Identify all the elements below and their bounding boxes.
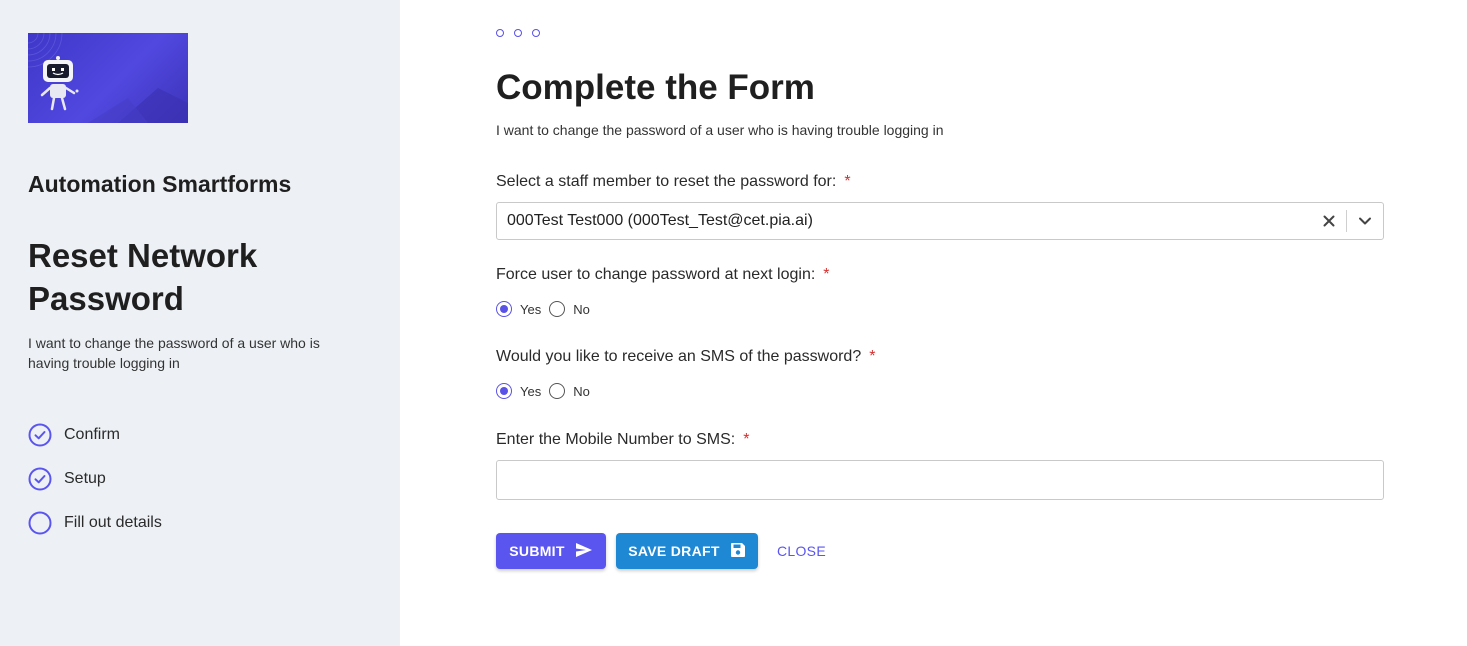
radio-label: Yes: [520, 383, 542, 399]
robot-logo: [28, 33, 188, 123]
radio-label: No: [573, 301, 590, 317]
clear-icon[interactable]: [1312, 203, 1346, 239]
step-fill-out-details: Fill out details: [28, 511, 372, 535]
check-circle-icon: [28, 423, 52, 447]
required-marker: *: [844, 173, 851, 190]
required-marker: *: [743, 431, 750, 448]
force-change-no-radio[interactable]: [549, 301, 566, 317]
force-change-label-text: Force user to change password at next lo…: [496, 266, 816, 283]
close-button[interactable]: CLOSE: [768, 533, 835, 569]
save-draft-button[interactable]: SAVE DRAFT: [616, 533, 758, 569]
submit-label: SUBMIT: [509, 543, 565, 559]
steps-list: Confirm Setup Fill out details: [28, 423, 372, 535]
step-label: Setup: [64, 470, 106, 487]
required-marker: *: [823, 266, 830, 283]
form-name: Reset Network Password: [28, 237, 258, 317]
radio-label: No: [573, 383, 590, 399]
force-change-yes-radio[interactable]: [496, 301, 512, 317]
form-description: I want to change the password of a user …: [28, 335, 320, 371]
mobile-number-input[interactable]: [496, 460, 1384, 500]
force-change-radio-group: Yes No: [496, 301, 598, 317]
sms-yes-radio[interactable]: [496, 383, 512, 399]
sms-label-text: Would you like to receive an SMS of the …: [496, 348, 862, 365]
mobile-field-label: Enter the Mobile Number to SMS: *: [496, 431, 749, 449]
send-icon: [575, 542, 593, 561]
empty-circle-icon: [28, 511, 52, 535]
loading-dots-icon: [496, 29, 540, 37]
floppy-disk-icon: [730, 542, 746, 561]
sms-radio-group: Yes No: [496, 383, 598, 399]
chevron-down-icon[interactable]: [1347, 203, 1383, 239]
app-name: Automation Smartforms: [28, 171, 292, 197]
sms-field-label: Would you like to receive an SMS of the …: [496, 348, 875, 366]
page-subtitle: I want to change the password of a user …: [496, 122, 944, 138]
step-confirm: Confirm: [28, 423, 372, 447]
submit-button[interactable]: SUBMIT: [496, 533, 606, 569]
mobile-label-text: Enter the Mobile Number to SMS:: [496, 431, 736, 448]
dot: [514, 29, 522, 37]
sidebar: Automation Smartforms Reset Network Pass…: [0, 0, 400, 646]
save-draft-label: SAVE DRAFT: [628, 543, 720, 559]
staff-select-value: 000Test Test000 (000Test_Test@cet.pia.ai…: [507, 212, 813, 229]
force-change-field-label: Force user to change password at next lo…: [496, 266, 830, 284]
dot: [496, 29, 504, 37]
staff-label-text: Select a staff member to reset the passw…: [496, 173, 837, 190]
staff-field-label: Select a staff member to reset the passw…: [496, 173, 851, 191]
dot: [532, 29, 540, 37]
check-circle-icon: [28, 467, 52, 491]
sms-no-radio[interactable]: [549, 383, 566, 399]
staff-select[interactable]: 000Test Test000 (000Test_Test@cet.pia.ai…: [496, 202, 1384, 240]
step-label: Fill out details: [64, 514, 162, 531]
page-title: Complete the Form: [496, 68, 815, 107]
radio-label: Yes: [520, 301, 542, 317]
step-label: Confirm: [64, 426, 121, 443]
required-marker: *: [869, 348, 876, 365]
step-setup: Setup: [28, 467, 372, 491]
